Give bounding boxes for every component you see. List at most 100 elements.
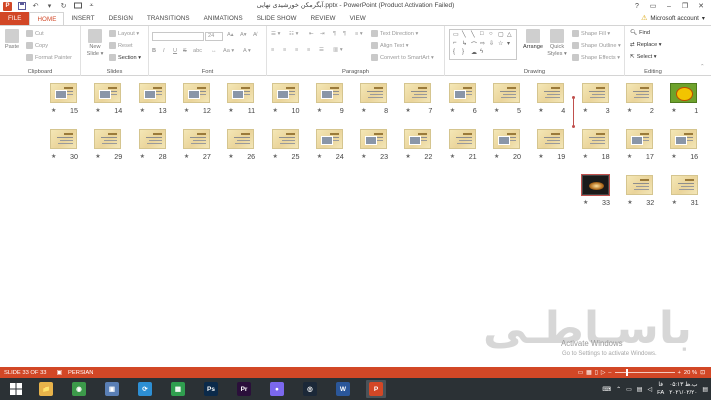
paste-button[interactable]: Paste <box>3 29 21 51</box>
bold-button[interactable]: B <box>152 48 156 54</box>
transition-star-icon[interactable]: ★ <box>184 153 189 160</box>
taskbar-app-powerpoint[interactable]: P <box>366 380 386 398</box>
transition-star-icon[interactable]: ★ <box>184 107 189 114</box>
transition-star-icon[interactable]: ★ <box>538 153 543 160</box>
shape-outline-button[interactable]: Shape Outline ▾ <box>572 42 621 49</box>
arrow-shape-icon[interactable]: ╲ <box>471 31 475 38</box>
align-center-icon[interactable]: ≡ <box>283 47 286 53</box>
slide-thumbnail[interactable] <box>138 129 166 149</box>
battery-icon[interactable]: ▭ <box>626 386 632 393</box>
collapse-ribbon-icon[interactable]: ⌃ <box>700 64 705 70</box>
lightning-shape-icon[interactable]: ϟ <box>480 49 483 55</box>
start-button[interactable] <box>6 380 26 398</box>
slide-thumbnail[interactable] <box>581 83 609 103</box>
slide-thumbnail[interactable] <box>448 129 476 149</box>
textbox-shape-icon[interactable]: ▭ <box>453 31 459 38</box>
shapes-gallery[interactable]: ▭ ╲ ╲ □ ○ ▢ △ ⌐ ↳ ⌒ ⇨ ⇩ ☆ ▾ { } ☁ ϟ <box>449 29 517 60</box>
transition-star-icon[interactable]: ★ <box>51 107 56 114</box>
network-icon[interactable]: ▤ <box>637 386 643 393</box>
slide-thumbnail[interactable] <box>625 83 653 103</box>
powerpoint-app-icon[interactable]: P <box>3 1 12 11</box>
taskbar-app-calculator[interactable]: ▦ <box>168 380 188 398</box>
brace-shape-icon[interactable]: { <box>453 49 455 55</box>
transition-star-icon[interactable]: ★ <box>405 153 410 160</box>
customize-qat-icon[interactable]: ⩡ <box>87 2 96 11</box>
tab-file[interactable]: FILE <box>0 12 30 25</box>
transition-star-icon[interactable]: ★ <box>627 199 632 206</box>
ltr-icon[interactable]: ¶ <box>343 31 346 37</box>
char-spacing-icon[interactable]: ↔ <box>211 48 217 54</box>
transition-star-icon[interactable]: ★ <box>95 107 100 114</box>
slide-thumbnail[interactable] <box>227 129 255 149</box>
rtl-icon[interactable]: ¶ <box>333 31 336 37</box>
line-shape-icon[interactable]: ╲ <box>462 31 466 38</box>
undo-icon[interactable]: ↶ <box>31 2 40 11</box>
align-left-icon[interactable]: ≡ <box>271 47 274 53</box>
convert-smartart-button[interactable]: Convert to SmartArt ▾ <box>371 54 434 61</box>
align-right-icon[interactable]: ≡ <box>295 47 298 53</box>
layout-button[interactable]: Layout ▾ <box>109 30 139 37</box>
volume-icon[interactable]: ◁ <box>647 386 652 393</box>
transition-star-icon[interactable]: ★ <box>361 107 366 114</box>
format-painter-button[interactable]: Format Painter <box>26 54 72 61</box>
justify-icon[interactable]: ≡ <box>307 47 310 53</box>
tab-animations[interactable]: ANIMATIONS <box>197 12 250 25</box>
transition-star-icon[interactable]: ★ <box>361 153 366 160</box>
right-arrow-shape-icon[interactable]: ⇨ <box>480 40 485 47</box>
transition-star-icon[interactable]: ★ <box>405 107 410 114</box>
transition-star-icon[interactable]: ★ <box>273 153 278 160</box>
more-shapes-icon[interactable]: ▾ <box>507 40 510 47</box>
arrange-button[interactable]: Arrange <box>521 29 545 51</box>
italic-button[interactable]: I <box>163 48 165 54</box>
language-switch[interactable]: فا FA <box>657 381 664 397</box>
transition-star-icon[interactable]: ★ <box>494 153 499 160</box>
transition-star-icon[interactable]: ★ <box>627 107 632 114</box>
close-button[interactable]: ✕ <box>693 0 709 12</box>
tab-view[interactable]: VIEW <box>343 12 373 25</box>
slide-thumbnail[interactable] <box>537 83 565 103</box>
taskbar-app-explorer[interactable]: 📁 <box>36 380 56 398</box>
redo-icon[interactable]: ↻ <box>59 2 68 11</box>
rounded-rect-shape-icon[interactable]: ▢ <box>498 31 504 38</box>
slide-thumbnail[interactable] <box>315 129 343 149</box>
tab-transitions[interactable]: TRANSITIONS <box>140 12 197 25</box>
transition-star-icon[interactable]: ★ <box>583 153 588 160</box>
zoom-out-icon[interactable]: – <box>608 370 611 376</box>
taskbar-app-word[interactable]: W <box>333 380 353 398</box>
slide-thumbnail[interactable] <box>670 83 698 103</box>
notification-icon[interactable]: ▤ <box>702 386 708 393</box>
fit-slide-icon[interactable]: ⊡ <box>700 370 705 376</box>
star-shape-icon[interactable]: ☆ <box>498 40 503 47</box>
font-name-box[interactable] <box>152 32 204 41</box>
rectangle-shape-icon[interactable]: □ <box>480 31 484 37</box>
slide-thumbnail[interactable] <box>315 83 343 103</box>
qat-dropdown-icon[interactable]: ▾ <box>45 2 54 11</box>
strikethrough-button[interactable]: S <box>183 48 187 54</box>
tab-home[interactable]: HOME <box>29 12 65 25</box>
account-area[interactable]: ⚠ Microsoft account ▾ <box>641 14 705 23</box>
slide-thumbnail[interactable] <box>581 174 610 196</box>
taskbar-app-steam[interactable]: ◎ <box>300 380 320 398</box>
transition-star-icon[interactable]: ★ <box>494 107 499 114</box>
save-icon[interactable] <box>17 2 26 11</box>
reading-view-icon[interactable]: ▯ <box>595 370 598 376</box>
align-text-button[interactable]: Align Text ▾ <box>371 42 409 49</box>
taskbar-app-chrome[interactable]: ◉ <box>69 380 89 398</box>
zoom-slider[interactable] <box>614 369 675 376</box>
oval-shape-icon[interactable]: ○ <box>489 31 493 37</box>
ribbon-display-button[interactable]: ▭ <box>645 0 661 12</box>
transition-star-icon[interactable]: ★ <box>95 153 100 160</box>
slide-thumbnail[interactable] <box>271 129 299 149</box>
transition-star-icon[interactable]: ★ <box>317 153 322 160</box>
reset-button[interactable]: Reset <box>109 42 133 49</box>
connector-shape-icon[interactable]: ⌐ <box>453 40 457 46</box>
transition-star-icon[interactable]: ★ <box>140 107 145 114</box>
language-indicator[interactable]: PERSIAN <box>62 370 93 376</box>
transition-star-icon[interactable]: ★ <box>538 107 543 114</box>
transition-star-icon[interactable]: ★ <box>140 153 145 160</box>
tab-insert[interactable]: INSERT <box>64 12 101 25</box>
up-arrow-icon[interactable]: ⌃ <box>616 386 621 393</box>
shape-effects-button[interactable]: Shape Effects ▾ <box>572 54 620 61</box>
clock[interactable]: ۰۵:۱۳ ب.ظ ۲۰۲۱/۰۲/۲۰ <box>669 381 697 397</box>
font-size-box[interactable]: 24 <box>205 32 223 41</box>
